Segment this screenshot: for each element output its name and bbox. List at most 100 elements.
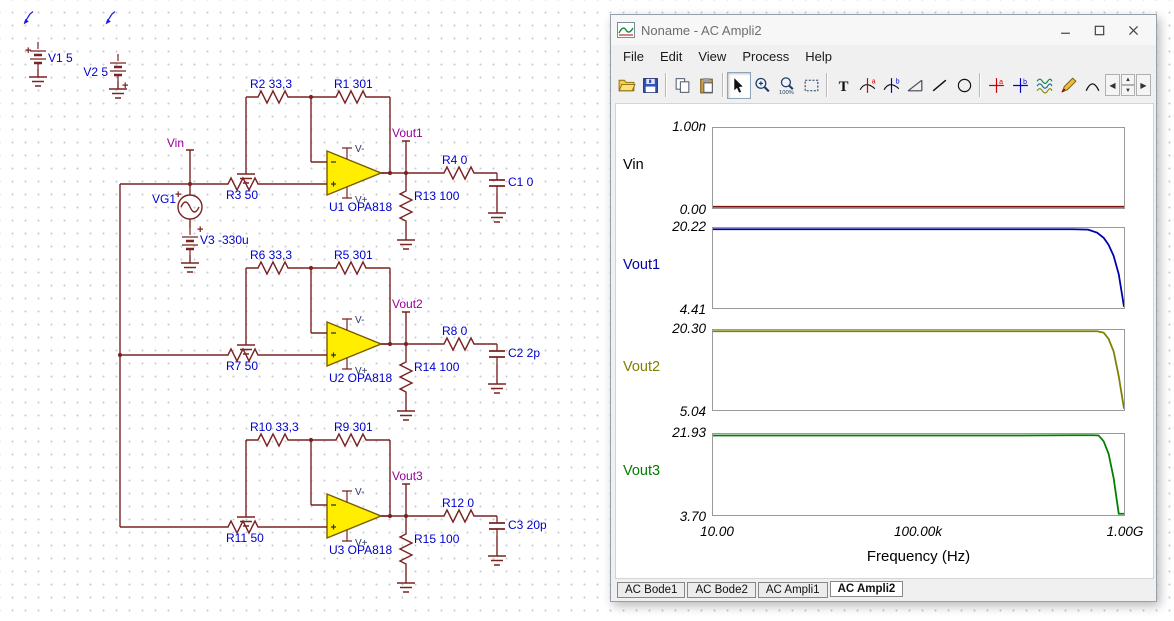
menu-edit[interactable]: Edit xyxy=(652,47,690,66)
zoom-in-button[interactable] xyxy=(751,72,775,99)
plot-canvas[interactable] xyxy=(713,330,1124,410)
spin-up-button[interactable]: ▲ xyxy=(1121,74,1135,85)
plot-canvas[interactable] xyxy=(713,228,1124,308)
resistor[interactable] xyxy=(400,356,412,396)
component-label[interactable]: R1 301 xyxy=(334,77,373,91)
slope-tool-button[interactable] xyxy=(904,72,928,99)
component-label[interactable]: C3 20p xyxy=(508,518,547,532)
component-label[interactable]: V1 5 xyxy=(48,51,73,65)
tab-ac-ampli2[interactable]: AC Ampli2 xyxy=(830,581,904,597)
opamp[interactable] xyxy=(317,319,391,369)
node-label[interactable]: Vout1 xyxy=(392,126,423,140)
marker-b-button[interactable]: b xyxy=(1008,72,1032,99)
resistor[interactable] xyxy=(438,338,478,350)
copy-button[interactable] xyxy=(670,72,694,99)
component-label[interactable]: R3 50 xyxy=(226,188,258,202)
node-label[interactable]: Vout2 xyxy=(392,297,423,311)
battery-v3[interactable] xyxy=(182,228,198,255)
component-label[interactable]: R15 100 xyxy=(414,532,460,546)
menu-view[interactable]: View xyxy=(690,47,734,66)
next-page-button[interactable]: ▶ xyxy=(1136,74,1151,96)
diagram-window[interactable]: Noname - AC Ampli2 File Edit View Proces… xyxy=(610,14,1157,602)
close-button[interactable] xyxy=(1116,18,1150,42)
schematic-drawing[interactable]: V1 5 V2 5 VG1 V3 -330u Vin + + + + R2 33… xyxy=(0,0,610,621)
prev-page-button[interactable]: ◀ xyxy=(1105,74,1120,96)
maximize-button[interactable] xyxy=(1082,18,1116,42)
component-label[interactable]: R2 33,3 xyxy=(250,77,292,91)
component-label[interactable]: R8 0 xyxy=(442,324,468,338)
capacitor[interactable] xyxy=(489,173,505,193)
resistor[interactable] xyxy=(252,91,292,103)
line-tool-button[interactable] xyxy=(928,72,952,99)
zoom-area-button[interactable] xyxy=(799,72,823,99)
curves-button[interactable] xyxy=(1033,72,1057,99)
ground-icon[interactable] xyxy=(29,69,47,86)
component-label[interactable]: R13 100 xyxy=(414,189,460,203)
component-label[interactable]: R12 0 xyxy=(442,496,474,510)
tab-ac-bode1[interactable]: AC Bode1 xyxy=(617,582,685,598)
opamp-stage[interactable]: R2 33,3 R1 301 R3 50 U1 OPA818 Vout1 R4 … xyxy=(120,77,534,249)
open-button[interactable] xyxy=(614,72,638,99)
ground-icon[interactable] xyxy=(488,205,506,222)
component-label[interactable]: VG1 xyxy=(152,192,176,206)
component-label[interactable]: R6 33,3 xyxy=(250,248,292,262)
component-label[interactable]: R7 50 xyxy=(226,359,258,373)
ground-icon[interactable] xyxy=(237,337,255,354)
titlebar[interactable]: Noname - AC Ampli2 xyxy=(611,15,1156,45)
ground-icon[interactable] xyxy=(397,403,415,420)
opamp[interactable] xyxy=(317,491,391,541)
component-label[interactable]: R9 301 xyxy=(334,420,373,434)
opamp-stage[interactable]: R10 33,3 R9 301 R11 50 U3 OPA818 Vout3 R… xyxy=(120,420,547,592)
ground-icon[interactable] xyxy=(397,575,415,592)
plot-box[interactable] xyxy=(712,127,1125,209)
ground-icon[interactable] xyxy=(237,166,255,183)
tab-ac-ampli1[interactable]: AC Ampli1 xyxy=(758,582,828,598)
capacitor[interactable] xyxy=(489,344,505,364)
spin-down-button[interactable]: ▼ xyxy=(1121,85,1135,96)
menu-help[interactable]: Help xyxy=(797,47,840,66)
tab-ac-bode2[interactable]: AC Bode2 xyxy=(687,582,755,598)
menu-file[interactable]: File xyxy=(615,47,652,66)
ground-icon[interactable] xyxy=(237,509,255,526)
ground-icon[interactable] xyxy=(488,548,506,565)
resistor[interactable] xyxy=(400,185,412,225)
cursor-a-button[interactable]: a xyxy=(855,72,879,99)
ground-icon[interactable] xyxy=(488,376,506,393)
component-label[interactable]: C2 2p xyxy=(508,346,540,360)
resistor[interactable] xyxy=(330,262,370,274)
plot-box[interactable] xyxy=(712,329,1125,411)
component-label[interactable]: R5 301 xyxy=(334,248,373,262)
plot-box[interactable] xyxy=(712,227,1125,309)
cursor-b-button[interactable]: b xyxy=(880,72,904,99)
plot-box[interactable] xyxy=(712,433,1125,516)
battery-v2[interactable] xyxy=(110,54,126,81)
ground-icon[interactable] xyxy=(397,232,415,249)
pen-tool-button[interactable] xyxy=(1057,72,1081,99)
ground-icon[interactable] xyxy=(181,255,199,272)
plot-canvas[interactable] xyxy=(713,434,1124,515)
select-tool-button[interactable] xyxy=(727,72,751,99)
zoom-100-button[interactable]: 100% xyxy=(775,72,799,99)
resistor[interactable] xyxy=(252,262,292,274)
marker-a-button[interactable]: a xyxy=(984,72,1008,99)
paste-button[interactable] xyxy=(694,72,718,99)
node-label[interactable]: Vout3 xyxy=(392,469,423,483)
menu-process[interactable]: Process xyxy=(734,47,797,66)
opamp[interactable] xyxy=(317,148,391,198)
component-label[interactable]: R14 100 xyxy=(414,360,460,374)
arc-tool-button[interactable] xyxy=(1081,72,1105,99)
schematic-global[interactable]: V1 5 V2 5 VG1 V3 -330u Vin + + + + xyxy=(24,12,249,527)
component-label[interactable]: R11 50 xyxy=(226,531,264,545)
diagram-page[interactable]: Vin 1.00n 0.00 Vout1 20.22 4.41 Vout2 20… xyxy=(615,103,1154,579)
component-label[interactable]: V3 -330u xyxy=(200,233,249,247)
resistor[interactable] xyxy=(400,528,412,568)
opamp-stage[interactable]: R6 33,3 R5 301 R7 50 U2 OPA818 Vout2 R8 … xyxy=(120,248,540,420)
capacitor[interactable] xyxy=(489,516,505,536)
resistor[interactable] xyxy=(330,91,370,103)
ellipse-tool-button[interactable] xyxy=(952,72,976,99)
battery-v1[interactable] xyxy=(30,42,46,69)
component-label[interactable]: R10 33,3 xyxy=(250,420,299,434)
component-label[interactable]: R4 0 xyxy=(442,153,468,167)
minimize-button[interactable] xyxy=(1048,18,1082,42)
resistor[interactable] xyxy=(438,167,478,179)
